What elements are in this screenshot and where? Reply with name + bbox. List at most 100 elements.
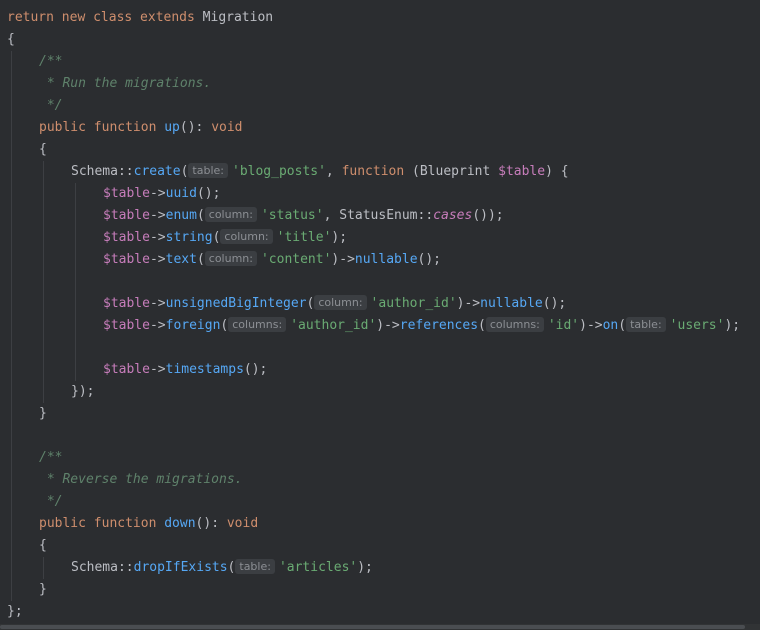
code-token: } xyxy=(39,582,47,597)
parameter-hint: column: xyxy=(204,251,257,266)
code-line: $table->uuid(); xyxy=(103,183,220,205)
code-token: enum xyxy=(165,208,197,223)
code-line: } xyxy=(39,579,47,601)
scrollbar-thumb[interactable] xyxy=(0,625,745,629)
code-line: public function down(): void xyxy=(39,513,258,535)
code-token: return new class extends xyxy=(7,10,203,25)
code-token: $table xyxy=(103,318,150,333)
code-token: $table xyxy=(103,362,150,377)
code-token: ); xyxy=(357,560,373,575)
code-token: foreign xyxy=(165,318,221,333)
code-token: (); xyxy=(243,362,268,377)
code-line: } xyxy=(39,403,47,425)
code-token: function xyxy=(341,164,413,179)
code-token: , StatusEnum:: xyxy=(323,208,434,223)
indent-guide xyxy=(11,51,12,601)
code-token: nullable xyxy=(480,296,543,311)
parameter-hint: table: xyxy=(235,559,275,574)
code-line: { xyxy=(39,535,47,557)
code-token: create xyxy=(133,164,181,179)
code-line: }); xyxy=(71,381,94,403)
code-token: down xyxy=(164,516,196,531)
code-token: public function xyxy=(39,516,165,531)
code-line: $table->text(column:'content')->nullable… xyxy=(103,249,441,271)
code-token: cases xyxy=(433,208,473,223)
code-token: }; xyxy=(7,604,23,619)
code-token: string xyxy=(165,230,213,245)
code-token: )-> xyxy=(579,318,603,333)
code-token: ( xyxy=(196,208,205,223)
code-token: /** xyxy=(39,54,63,69)
code-line: return new class extends Migration xyxy=(7,7,273,29)
code-line: /** xyxy=(39,51,62,73)
code-token: dropIfExists xyxy=(133,560,228,575)
code-token: on xyxy=(602,318,619,333)
code-token: * Run the migrations. xyxy=(39,76,212,91)
code-token: 'status' xyxy=(260,208,324,223)
code-token: ( xyxy=(220,318,229,333)
code-token: { xyxy=(39,142,47,157)
code-token: /** xyxy=(39,450,63,465)
code-token: $table xyxy=(103,252,150,267)
parameter-hint: column: xyxy=(314,295,367,310)
parameter-hint: columns: xyxy=(485,317,544,332)
parameter-hint: columns: xyxy=(228,317,287,332)
code-token: nullable xyxy=(354,252,418,267)
code-line: */ xyxy=(39,95,63,117)
code-token: ); xyxy=(331,230,348,245)
code-token: }); xyxy=(71,384,95,399)
code-line: $table->timestamps(); xyxy=(103,359,267,381)
code-token: :: xyxy=(117,560,134,575)
code-token: uuid xyxy=(165,186,197,201)
code-token: Migration xyxy=(202,10,274,25)
horizontal-scrollbar[interactable] xyxy=(0,624,760,630)
code-token: (): xyxy=(195,516,227,531)
code-token: $table xyxy=(498,164,546,179)
code-token: , xyxy=(325,164,342,179)
code-token: ( xyxy=(618,318,627,333)
code-token: 'users' xyxy=(669,318,725,333)
code-token: $table xyxy=(103,296,150,311)
code-line: }; xyxy=(7,601,23,623)
code-token: (Blueprint xyxy=(412,164,499,179)
code-token: ); xyxy=(724,318,741,333)
code-line: $table->string(column:'title'); xyxy=(103,227,347,249)
code-token: { xyxy=(39,538,47,553)
code-line: Schema::create(table: 'blog_posts', funct… xyxy=(71,161,569,183)
code-token: 'author_id' xyxy=(290,318,377,333)
code-token: 'id' xyxy=(547,318,580,333)
code-token: ) { xyxy=(545,164,569,179)
code-token: up xyxy=(164,120,180,135)
code-token: * Reverse the migrations. xyxy=(39,472,243,487)
code-line: Schema::dropIfExists(table:'articles'); xyxy=(71,557,373,579)
code-line: $table->unsignedBigInteger(column:'autho… xyxy=(103,293,566,315)
code-token: 'author_id' xyxy=(370,296,457,311)
code-token: $table xyxy=(103,230,150,245)
code-token: -> xyxy=(149,230,166,245)
code-token: timestamps xyxy=(165,362,244,377)
code-editor[interactable]: return new class extends Migration { /** *… xyxy=(0,0,760,630)
code-token: */ xyxy=(39,494,63,509)
code-token: )-> xyxy=(331,252,355,267)
parameter-hint: table: xyxy=(188,163,228,178)
code-token: :: xyxy=(117,164,134,179)
code-token: { xyxy=(7,32,15,47)
parameter-hint: column: xyxy=(220,229,273,244)
code-token: $table xyxy=(103,186,150,201)
code-line: * Run the migrations. xyxy=(39,73,211,95)
code-token: (); xyxy=(417,252,442,267)
code-token: 'title' xyxy=(276,230,332,245)
code-line: { xyxy=(39,139,47,161)
code-token: ( xyxy=(227,560,236,575)
parameter-hint: table: xyxy=(626,317,666,332)
parameter-hint: column: xyxy=(204,207,257,222)
code-token: -> xyxy=(149,252,166,267)
code-token: Schema xyxy=(71,560,118,575)
code-token: (): xyxy=(179,120,212,135)
code-token: ( xyxy=(180,164,189,179)
code-token: 'articles' xyxy=(278,560,358,575)
code-token: )-> xyxy=(456,296,481,311)
code-token: 'content' xyxy=(260,252,332,267)
indent-guide xyxy=(75,183,76,381)
code-token: 'blog_posts' xyxy=(232,164,326,179)
